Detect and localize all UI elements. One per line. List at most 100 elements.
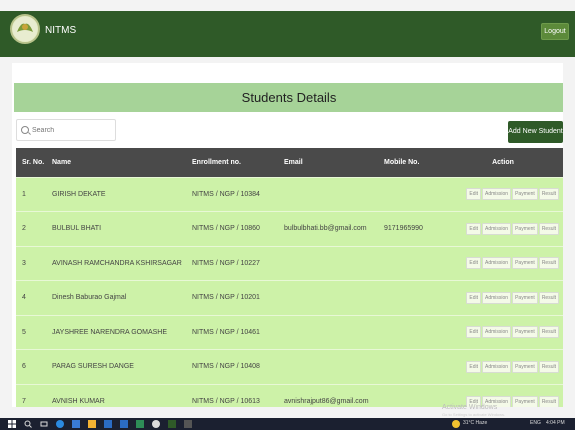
cell-sr-no: 2: [16, 211, 46, 246]
admission-button[interactable]: Admission: [482, 326, 512, 339]
edit-button[interactable]: Edit: [466, 188, 481, 201]
weather-icon[interactable]: [452, 420, 460, 428]
chrome-icon[interactable]: [152, 420, 160, 428]
table-row: 4 Dinesh Baburao Gajmal NITMS / NGP / 1020…: [16, 280, 563, 315]
cell-enrollment: NITMS / NGP / 10227: [186, 245, 278, 281]
cell-email: bulbulbhati.bb@gmail.com: [278, 211, 378, 246]
excel-icon[interactable]: [136, 420, 144, 428]
brand-name[interactable]: NITMS: [45, 25, 76, 36]
result-button[interactable]: Result: [538, 395, 559, 407]
result-button[interactable]: Result: [538, 326, 559, 339]
cell-sr-no: 1: [16, 176, 46, 212]
cell-enrollment: NITMS / NGP / 10613: [186, 383, 278, 407]
search-taskbar-icon[interactable]: [24, 420, 32, 428]
cell-name: AVINASH RAMCHANDRA KSHIRSAGAR: [46, 245, 186, 281]
clock[interactable]: 4:04 PM: [546, 420, 565, 426]
activate-windows-watermark: Activate Windows: [442, 404, 498, 411]
cell-actions: Edit Admission Payment Result: [443, 349, 563, 384]
payment-button[interactable]: Payment: [512, 326, 538, 339]
cell-enrollment: NITMS / NGP / 10201: [186, 280, 278, 315]
cell-sr-no: 6: [16, 349, 46, 384]
header-email: Email: [278, 148, 378, 177]
cell-name: BULBUL BHATI: [46, 211, 186, 246]
page-title: Students Details: [241, 90, 337, 105]
table-row: 3 AVINASH RAMCHANDRA KSHIRSAGAR NITMS / NG…: [16, 245, 563, 281]
result-button[interactable]: Result: [538, 188, 559, 201]
search-input[interactable]: [32, 122, 112, 138]
cell-name: AVNISH KUMAR: [46, 383, 186, 407]
edit-button[interactable]: Edit: [466, 257, 481, 270]
cell-sr-no: 7: [16, 383, 46, 407]
cell-actions: Edit Admission Payment Result: [443, 176, 563, 212]
result-button[interactable]: Result: [538, 291, 559, 304]
payment-button[interactable]: Payment: [512, 360, 538, 373]
header-mobile: Mobile No.: [378, 148, 443, 177]
cell-enrollment: NITMS / NGP / 10408: [186, 349, 278, 384]
word-icon[interactable]: [104, 420, 112, 428]
store-icon[interactable]: [72, 420, 80, 428]
main-card: Students Details Add New Student Sr. No.…: [12, 63, 563, 407]
admission-button[interactable]: Admission: [482, 222, 512, 235]
app-icon[interactable]: [120, 420, 128, 428]
windows-start-icon[interactable]: [8, 420, 16, 428]
edge-icon[interactable]: [56, 420, 64, 428]
cell-name: JAYSHREE NARENDRA GOMASHE: [46, 314, 186, 350]
edit-button[interactable]: Edit: [466, 326, 481, 339]
payment-button[interactable]: Payment: [512, 257, 538, 270]
cell-actions: Edit Admission Payment Result: [443, 245, 563, 281]
weather-text[interactable]: 31°C Haze: [463, 420, 487, 426]
cell-mobile: [378, 349, 443, 384]
table-row: 6 PARAG SURESH DANGE NITMS / NGP / 10408 Ed…: [16, 349, 563, 384]
payment-button[interactable]: Payment: [512, 188, 538, 201]
file-explorer-icon[interactable]: [88, 420, 96, 428]
result-button[interactable]: Result: [538, 222, 559, 235]
payment-button[interactable]: Payment: [512, 395, 538, 407]
cell-sr-no: 3: [16, 245, 46, 281]
header-action: Action: [443, 148, 563, 177]
cell-mobile: [378, 176, 443, 212]
cell-mobile: [378, 383, 443, 407]
cell-mobile: [378, 314, 443, 350]
cell-mobile: [378, 245, 443, 281]
terminal-icon[interactable]: [184, 420, 192, 428]
result-button[interactable]: Result: [538, 257, 559, 270]
result-button[interactable]: Result: [538, 360, 559, 373]
taskbar: 31°C Haze ENG 4:04 PM: [0, 418, 575, 430]
cell-name: Dinesh Baburao Gajmal: [46, 280, 186, 315]
cell-email: [278, 245, 378, 281]
header-sr-no: Sr. No.: [16, 148, 46, 177]
cell-mobile: 9171965990: [378, 211, 443, 246]
cell-name: PARAG SURESH DANGE: [46, 349, 186, 384]
admission-button[interactable]: Admission: [482, 360, 512, 373]
edit-button[interactable]: Edit: [466, 291, 481, 304]
admission-button[interactable]: Admission: [482, 257, 512, 270]
add-new-student-button[interactable]: Add New Student: [508, 121, 563, 143]
cell-mobile: [378, 280, 443, 315]
search-box[interactable]: [16, 119, 116, 141]
page-title-bar: Students Details: [14, 83, 563, 112]
cell-enrollment: NITMS / NGP / 10860: [186, 211, 278, 246]
header-enrollment: Enrollment no.: [186, 148, 278, 177]
cell-enrollment: NITMS / NGP / 10384: [186, 176, 278, 212]
cell-email: [278, 314, 378, 350]
table-row: 2 BULBUL BHATI NITMS / NGP / 10860 bulbulbh…: [16, 211, 563, 246]
app-icon-2[interactable]: [168, 420, 176, 428]
cell-name: GIRISH DEKATE: [46, 176, 186, 212]
search-icon: [21, 126, 29, 134]
table-header-row: Sr. No. Name Enrollment no. Email Mobile…: [16, 148, 563, 177]
cell-actions: Edit Admission Payment Result: [443, 280, 563, 315]
language-indicator[interactable]: ENG: [530, 420, 541, 426]
edit-button[interactable]: Edit: [466, 360, 481, 373]
admission-button[interactable]: Admission: [482, 188, 512, 201]
cell-email: [278, 349, 378, 384]
cell-sr-no: 5: [16, 314, 46, 350]
logout-button[interactable]: Logout: [541, 23, 569, 40]
edit-button[interactable]: Edit: [466, 222, 481, 235]
cell-email: [278, 280, 378, 315]
header-name: Name: [46, 148, 186, 177]
logo[interactable]: [10, 14, 40, 44]
admission-button[interactable]: Admission: [482, 291, 512, 304]
payment-button[interactable]: Payment: [512, 291, 538, 304]
task-view-icon[interactable]: [40, 420, 48, 428]
payment-button[interactable]: Payment: [512, 222, 538, 235]
